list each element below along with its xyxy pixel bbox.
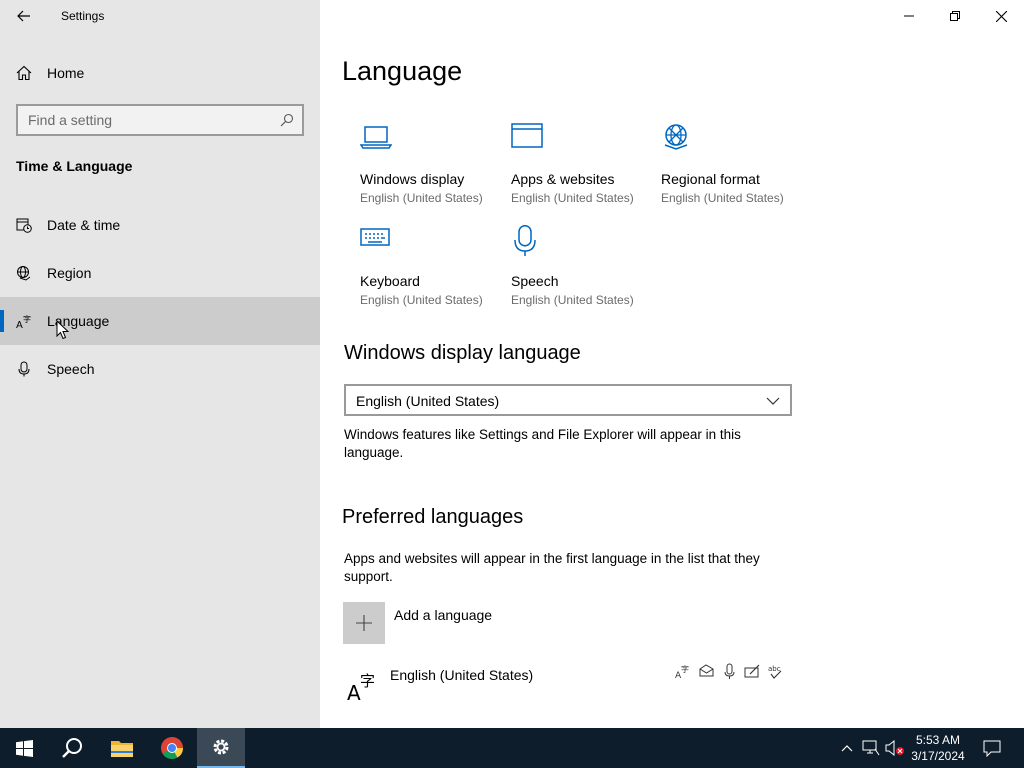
search-button[interactable] — [48, 728, 96, 768]
folder-icon — [111, 741, 133, 757]
close-icon — [995, 10, 1007, 22]
svg-text:字: 字 — [23, 314, 31, 324]
svg-text:字: 字 — [681, 664, 689, 674]
display-language-heading: Windows display language — [344, 342, 581, 364]
home-label: Home — [47, 65, 85, 81]
sidebar-item-speech[interactable]: Speech — [0, 345, 320, 393]
back-arrow-icon — [17, 10, 30, 22]
app-title: Settings — [61, 9, 105, 23]
taskbar-clock[interactable]: 5:53 AM 3/17/2024 — [905, 732, 971, 764]
volume-button[interactable] — [885, 738, 905, 758]
sidebar-item-label: Date & time — [47, 217, 121, 233]
volume-muted-icon — [885, 740, 904, 756]
browser-window-icon — [511, 123, 543, 148]
svg-text:abc: abc — [768, 665, 781, 673]
notification-icon — [983, 740, 1001, 757]
search-input[interactable] — [18, 106, 302, 134]
language-features: A字 abc — [675, 663, 784, 681]
tile-windows-display[interactable]: Windows display English (United States) — [360, 123, 500, 218]
add-language-label: Add a language — [394, 607, 493, 623]
chrome-icon — [161, 737, 183, 759]
clock-date: 3/17/2024 — [911, 749, 965, 763]
search-icon — [62, 738, 82, 758]
minimize-button[interactable] — [886, 0, 932, 32]
sidebar-item-label: Region — [47, 265, 92, 281]
chevron-down-icon — [766, 397, 780, 405]
tile-name: Windows display — [360, 171, 465, 187]
keyboard-icon — [360, 228, 390, 246]
tile-name: Apps & websites — [511, 171, 615, 187]
globe-format-icon — [664, 124, 688, 150]
speech-feature-icon — [721, 663, 738, 680]
sidebar: Settings Home Time & Language Date & tim… — [0, 0, 320, 728]
restore-icon — [950, 11, 960, 21]
add-language-tile — [343, 602, 385, 644]
tile-name: Regional format — [661, 171, 760, 187]
display-language-description: Windows features like Settings and File … — [344, 427, 741, 460]
microphone-icon — [514, 225, 536, 256]
add-language-button[interactable]: Add a language — [343, 602, 643, 644]
page-title: Language — [342, 56, 463, 86]
tile-subtitle: English (United States) — [661, 191, 784, 205]
tile-subtitle: English (United States) — [511, 191, 634, 205]
chrome-button[interactable] — [148, 728, 196, 768]
dropdown-value: English (United States) — [356, 393, 500, 409]
laptop-icon — [360, 126, 392, 149]
file-explorer-button[interactable] — [98, 728, 146, 768]
sidebar-item-label: Speech — [47, 361, 95, 377]
spellcheck-feature-icon: abc — [767, 663, 784, 680]
plus-icon — [356, 615, 372, 631]
sidebar-item-label: Language — [47, 313, 110, 329]
display-language-dropdown[interactable]: English (United States) — [344, 384, 792, 416]
preferred-languages-description: Apps and websites will appear in the fir… — [344, 551, 760, 584]
network-icon — [862, 740, 880, 756]
svg-text:A: A — [16, 320, 23, 329]
sidebar-home[interactable]: Home — [0, 56, 320, 90]
tile-subtitle: English (United States) — [360, 293, 483, 307]
network-button[interactable] — [861, 738, 881, 758]
action-center-button[interactable] — [982, 738, 1002, 758]
language-row-english-us[interactable]: A字 English (United States) A字 abc — [343, 660, 791, 708]
sidebar-item-language[interactable]: A字 Language — [0, 297, 320, 345]
minimize-icon — [904, 15, 914, 17]
language-label: English (United States) — [390, 667, 534, 683]
chevron-up-icon — [841, 745, 853, 752]
tile-speech[interactable]: Speech English (United States) — [511, 225, 651, 320]
clock-time: 5:53 AM — [915, 733, 961, 747]
gear-icon — [213, 739, 229, 755]
tile-keyboard[interactable]: Keyboard English (United States) — [360, 225, 500, 320]
microphone-icon — [18, 361, 30, 377]
preferred-languages-heading: Preferred languages — [342, 506, 524, 528]
language-icon: A字 — [347, 672, 375, 702]
sidebar-item-region[interactable]: Region — [0, 249, 320, 297]
close-button[interactable] — [978, 0, 1024, 32]
svg-text:字: 字 — [360, 672, 375, 690]
tile-subtitle: English (United States) — [511, 293, 634, 307]
language-icon: A字 — [16, 314, 31, 329]
sidebar-item-date-time[interactable]: Date & time — [0, 201, 320, 249]
handwriting-feature-icon — [744, 663, 761, 680]
tile-name: Keyboard — [360, 273, 420, 289]
tile-regional-format[interactable]: Regional format English (United States) — [661, 123, 801, 218]
display-language-feature-icon: A字 — [675, 663, 692, 681]
home-icon — [16, 65, 32, 81]
tile-apps-websites[interactable]: Apps & websites English (United States) — [511, 123, 651, 218]
tile-subtitle: English (United States) — [360, 191, 483, 205]
windows-logo-icon — [15, 739, 33, 757]
tile-name: Speech — [511, 273, 559, 289]
globe-icon — [17, 266, 31, 281]
search-box — [16, 104, 304, 136]
start-button[interactable] — [0, 728, 48, 768]
clock-calendar-icon — [16, 218, 32, 233]
text-to-speech-feature-icon — [698, 663, 715, 680]
back-button[interactable] — [8, 4, 40, 28]
section-title: Time & Language — [16, 158, 133, 174]
search-icon[interactable] — [280, 113, 294, 127]
settings-taskbar-button[interactable] — [197, 728, 245, 768]
svg-text:A: A — [347, 681, 361, 702]
restore-button[interactable] — [932, 0, 978, 32]
show-hidden-icons-button[interactable] — [837, 738, 857, 758]
taskbar: 5:53 AM 3/17/2024 — [0, 728, 1024, 768]
